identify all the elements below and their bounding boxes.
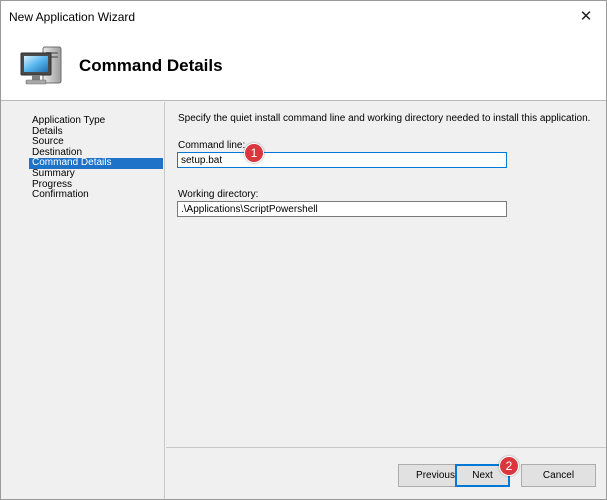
- step-summary: Summary: [32, 167, 75, 179]
- page-title: Command Details: [79, 56, 223, 75]
- wizard-steps-sidebar: Application Type Details Source Destinat…: [1, 102, 165, 499]
- main-content: Specify the quiet install command line a…: [166, 102, 606, 447]
- instruction-text: Specify the quiet install command line a…: [178, 113, 591, 124]
- wizard-footer: Previous Next Cancel 2: [166, 447, 606, 499]
- step-application-type: Application Type: [32, 115, 106, 126]
- wizard-steps: Application Type Details Source Destinat…: [29, 115, 163, 201]
- cancel-button[interactable]: Cancel: [521, 464, 596, 487]
- annotation-badge-1: 1: [244, 143, 264, 163]
- close-button[interactable]: ✕: [566, 1, 606, 31]
- wizard-window: New Application Wizard ✕ Command Details…: [0, 0, 607, 500]
- computer-icon: [20, 46, 62, 85]
- window-title: New Application Wizard: [9, 10, 136, 24]
- close-icon: ✕: [579, 8, 593, 25]
- annotation-badge-2: 2: [499, 456, 519, 476]
- command-line-label: Command line:: [178, 140, 246, 151]
- working-directory-label: Working directory:: [178, 189, 259, 200]
- command-line-input[interactable]: [177, 152, 507, 168]
- title-bar: New Application Wizard ✕: [1, 1, 606, 31]
- step-confirmation: Confirmation: [32, 189, 89, 201]
- working-directory-input[interactable]: [177, 201, 507, 217]
- wizard-header: Command Details: [1, 31, 606, 101]
